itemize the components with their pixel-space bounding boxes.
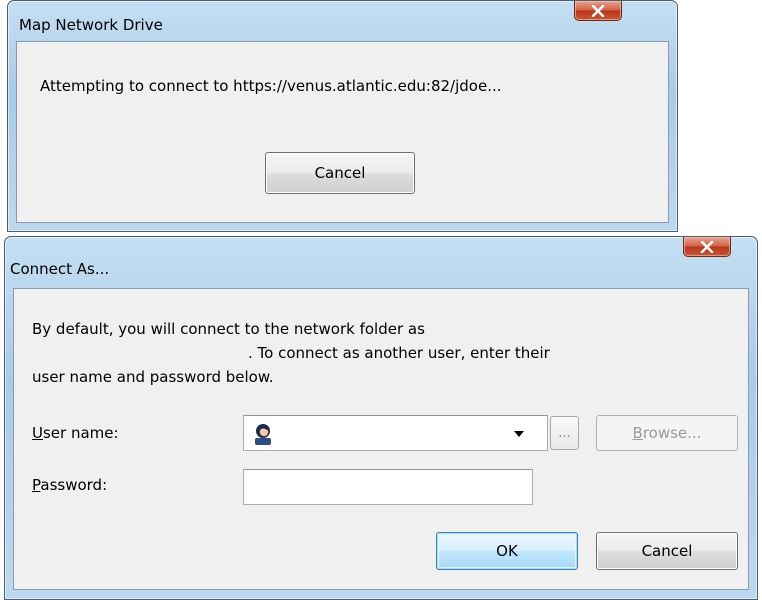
- username-label: User name:: [32, 424, 119, 442]
- info-message-line-1: By default, you will connect to the netw…: [32, 320, 425, 338]
- ellipsis-label: ...: [558, 425, 571, 441]
- close-icon: [591, 4, 605, 17]
- close-icon: [700, 240, 714, 253]
- username-label-mnemonic: U: [32, 424, 43, 442]
- chevron-down-icon[interactable]: [513, 430, 525, 438]
- user-avatar-icon: [253, 423, 273, 445]
- window-title: Connect As...: [10, 260, 110, 278]
- password-label-text: assword:: [40, 476, 108, 494]
- window-title: Map Network Drive: [19, 16, 163, 34]
- browse-label-mnemonic: B: [632, 424, 643, 442]
- title-bar: Map Network Drive: [8, 1, 677, 41]
- cancel-button[interactable]: Cancel: [596, 532, 738, 570]
- password-field[interactable]: [243, 469, 533, 505]
- close-button[interactable]: [683, 237, 731, 257]
- browse-label-text: rowse...: [642, 424, 702, 442]
- browse-button[interactable]: Browse...: [596, 415, 738, 451]
- connect-as-window: Connect As... By default, you will conne…: [4, 236, 758, 600]
- map-network-drive-window: Map Network Drive Attempting to connect …: [7, 0, 678, 232]
- title-bar: Connect As...: [5, 237, 757, 287]
- info-message-line-2: . To connect as another user, enter thei…: [248, 344, 550, 362]
- dialog-body: Attempting to connect to https://venus.a…: [16, 41, 669, 223]
- password-label: Password:: [32, 476, 107, 494]
- close-button[interactable]: [574, 1, 622, 21]
- connection-status-message: Attempting to connect to https://venus.a…: [40, 77, 502, 95]
- info-message-line-3: user name and password below.: [32, 368, 274, 386]
- username-combobox[interactable]: [243, 415, 548, 451]
- browse-ellipsis-button[interactable]: ...: [550, 416, 579, 450]
- cancel-button[interactable]: Cancel: [265, 152, 415, 194]
- ok-button[interactable]: OK: [436, 532, 578, 570]
- dialog-body: By default, you will connect to the netw…: [13, 288, 749, 590]
- username-label-text: ser name:: [42, 424, 119, 442]
